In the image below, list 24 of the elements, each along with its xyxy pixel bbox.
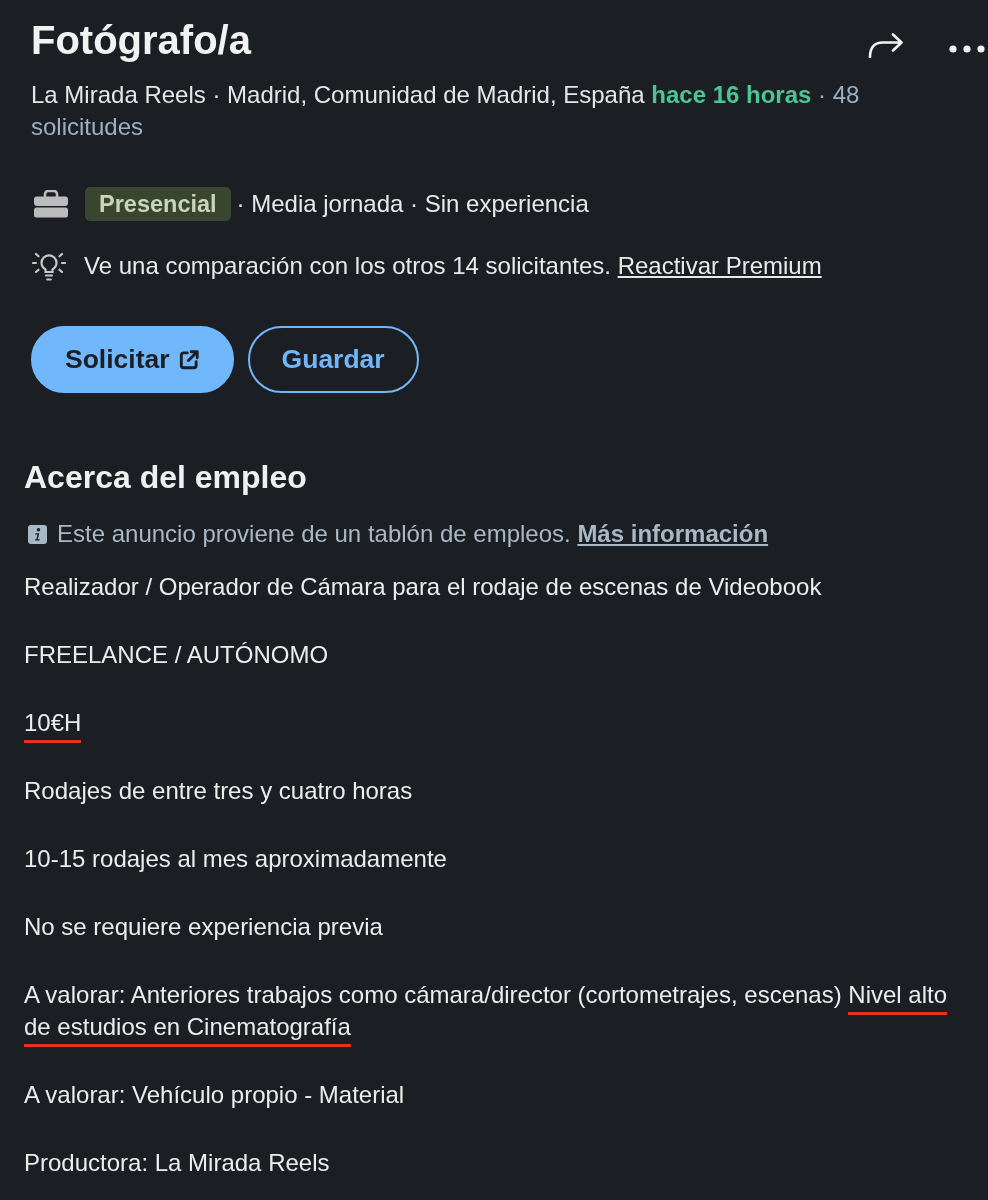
lightbulb-icon bbox=[31, 250, 67, 282]
briefcase-icon bbox=[33, 190, 69, 218]
info-icon bbox=[28, 524, 47, 544]
job-title: Fotógrafo/a bbox=[31, 17, 251, 64]
more-icon[interactable] bbox=[949, 45, 985, 53]
section-heading: Acerca del empleo bbox=[24, 458, 308, 497]
more-info-link[interactable]: Más información bbox=[577, 520, 769, 547]
description-paragraph: FREELANCE / AUTÓNOMO bbox=[24, 640, 330, 670]
job-details-text: · Media jornada · Sin experiencia bbox=[236, 189, 589, 219]
save-button[interactable]: Guardar bbox=[247, 326, 419, 393]
description-paragraph: A valorar: Vehículo propio - Material bbox=[24, 1080, 406, 1110]
workplace-badge: Presencial bbox=[85, 187, 231, 221]
comparison-text: Ve una comparación con los otros 14 solicitantes. Reactivar Premium bbox=[84, 251, 822, 281]
apply-button[interactable]: Solicitar bbox=[31, 326, 234, 393]
description-paragraph: 10-15 rodajes al mes aproximadamente bbox=[24, 844, 448, 874]
description-paragraph: Productora: La Mirada Reels bbox=[24, 1148, 331, 1178]
description-paragraph: Rodajes de entre tres y cuatro horas bbox=[24, 776, 414, 806]
description-paragraph: No se requiere experiencia previa bbox=[24, 912, 384, 942]
notice-text: Este anuncio proviene de un tablón de empleos. Más información bbox=[57, 519, 769, 549]
description-paragraph: Realizador / Operador de Cámara para el rodaje de escenas de Videobook bbox=[24, 572, 823, 602]
external-link-icon bbox=[177, 348, 200, 371]
share-icon[interactable] bbox=[867, 30, 905, 58]
job-summary: La Mirada Reels · Madrid, Comunidad de Madrid, España hace 16 horas · 48 solicitudes bbox=[31, 80, 861, 142]
reactivate-premium-link[interactable]: Reactivar Premium bbox=[617, 252, 822, 279]
